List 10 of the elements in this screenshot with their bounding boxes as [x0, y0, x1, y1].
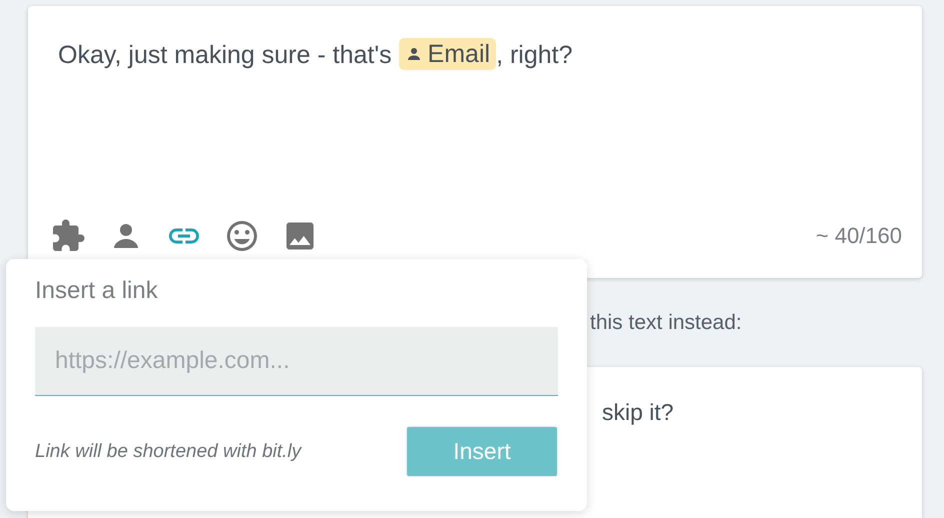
url-input-field[interactable]: https://example.com... — [35, 327, 558, 396]
popover-title: Insert a link — [35, 277, 159, 305]
hint-text: Link will be shortened with bit.ly — [35, 440, 302, 462]
puzzle-icon[interactable] — [50, 218, 86, 254]
message-text: skip it? — [602, 399, 674, 425]
character-counter: ~ 40/160 — [816, 223, 902, 249]
message-text: Okay, just making sure - that's Email , right? — [58, 38, 574, 72]
instruction-text: this text instead: — [590, 310, 742, 334]
variable-chip[interactable]: Email — [398, 38, 496, 70]
smiley-icon[interactable] — [224, 218, 260, 254]
